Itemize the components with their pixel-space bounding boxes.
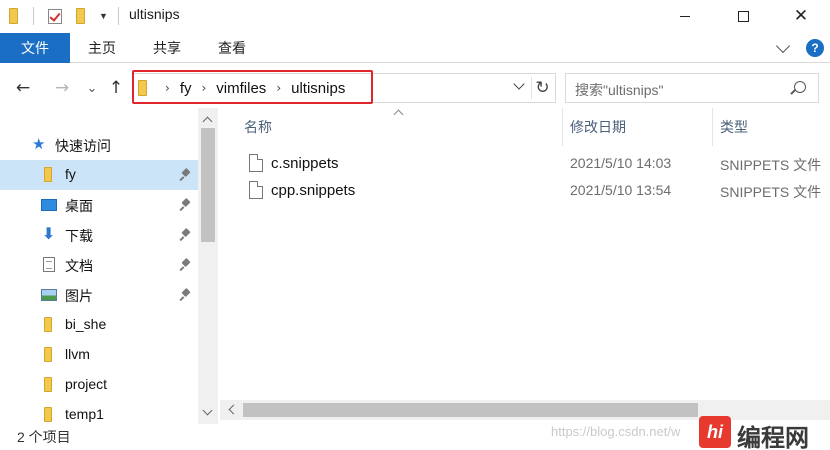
tab-view[interactable]: 查看	[204, 33, 260, 63]
address-highlight-box	[132, 70, 373, 104]
sidebar-item-desktop[interactable]: 桌面	[0, 190, 198, 220]
help-icon[interactable]: ?	[806, 39, 824, 57]
file-row[interactable]: c.snippets 2021/5/10 14:03 SNIPPETS 文件	[240, 151, 830, 177]
column-header-name[interactable]: 名称	[244, 117, 272, 137]
scroll-left-icon[interactable]	[228, 404, 239, 415]
sidebar-item-llvm[interactable]: llvm	[0, 340, 198, 370]
folder-icon	[44, 347, 52, 362]
search-input[interactable]: 搜索"ultisnips"	[575, 80, 664, 100]
refresh-icon: ↻	[535, 78, 550, 98]
folder-icon	[44, 407, 52, 422]
back-button[interactable]: ←	[12, 76, 34, 100]
scrollbar-thumb[interactable]	[201, 128, 215, 242]
document-icon	[43, 257, 55, 272]
up-button[interactable]: ↑	[106, 76, 126, 100]
sidebar-item-label: 文档	[65, 258, 93, 274]
maximize-button[interactable]	[714, 0, 772, 32]
navigation-pane: ★ 快速访问 fy 桌面 ⬇ 下载 文档 图片 bi_she llvm proj…	[0, 108, 218, 424]
search-box[interactable]: 搜索"ultisnips"	[565, 73, 819, 103]
ribbon: 文件 主页 共享 查看 ?	[0, 33, 830, 63]
file-icon	[249, 154, 263, 172]
scroll-down-icon[interactable]	[202, 405, 213, 416]
forward-button[interactable]: →	[51, 76, 73, 100]
file-modified: 2021/5/10 13:54	[570, 182, 672, 198]
recent-locations-button[interactable]: ⌄	[84, 76, 100, 100]
new-folder-icon[interactable]	[76, 6, 85, 26]
minimize-icon	[680, 15, 690, 17]
sidebar-item-bi-she[interactable]: bi_she	[0, 310, 198, 340]
column-divider[interactable]	[712, 108, 713, 146]
sidebar-item-label: 快速访问	[55, 138, 111, 154]
maximize-icon	[737, 10, 749, 22]
sidebar-item-pictures[interactable]: 图片	[0, 280, 198, 310]
sidebar-item-label: temp1	[65, 406, 104, 422]
status-item-count: 2 个项目	[17, 429, 71, 445]
title-bar: ▼ ultisnips ✕	[0, 0, 830, 32]
watermark-logo: hi 编程网	[699, 414, 828, 450]
pin-icon[interactable]	[180, 259, 192, 271]
sidebar-item-documents[interactable]: 文档	[0, 250, 198, 280]
sidebar-item-fy[interactable]: fy	[0, 160, 198, 190]
column-divider[interactable]	[562, 108, 563, 146]
sidebar-item-label: project	[65, 376, 108, 392]
sidebar-scrollbar[interactable]	[198, 108, 218, 424]
search-icon[interactable]	[794, 81, 806, 93]
sidebar-item-quick-access[interactable]: ★ 快速访问	[0, 130, 198, 160]
pin-icon[interactable]	[180, 199, 192, 211]
folder-icon	[44, 167, 52, 182]
pin-icon[interactable]	[180, 229, 192, 241]
pin-icon[interactable]	[180, 289, 192, 301]
refresh-button[interactable]: ↻	[531, 77, 553, 99]
pin-icon[interactable]	[180, 169, 192, 181]
sidebar-item-label: bi_she	[65, 316, 107, 332]
star-icon: ★	[32, 135, 46, 153]
separator	[118, 6, 119, 26]
sidebar-item-temp1[interactable]: temp1	[0, 400, 198, 424]
sidebar-item-downloads[interactable]: ⬇ 下载	[0, 220, 198, 250]
file-type: SNIPPETS 文件	[720, 184, 822, 200]
logo-text: 编程网	[737, 424, 809, 450]
tab-file[interactable]: 文件	[0, 33, 70, 63]
window-title: ultisnips	[129, 6, 180, 22]
file-icon	[249, 181, 263, 199]
column-header-type[interactable]: 类型	[720, 117, 748, 137]
file-modified: 2021/5/10 14:03	[570, 155, 672, 171]
minimize-button[interactable]	[656, 0, 714, 32]
pictures-icon	[41, 289, 57, 301]
download-icon: ⬇	[42, 224, 56, 243]
desktop-icon	[41, 199, 57, 211]
sidebar-item-label: llvm	[65, 346, 90, 362]
file-row[interactable]: cpp.snippets 2021/5/10 13:54 SNIPPETS 文件	[240, 178, 830, 204]
properties-icon[interactable]	[48, 6, 62, 26]
sidebar-item-label: 图片	[65, 288, 93, 304]
logo-badge: hi	[699, 416, 731, 448]
scroll-up-icon[interactable]	[202, 116, 213, 127]
close-button[interactable]: ✕	[772, 0, 830, 32]
sidebar-item-label: fy	[65, 166, 76, 182]
separator	[33, 6, 34, 26]
file-type: SNIPPETS 文件	[720, 157, 822, 173]
scrollbar-thumb[interactable]	[243, 403, 698, 417]
folder-icon	[44, 317, 52, 332]
tab-home[interactable]: 主页	[74, 33, 130, 63]
sidebar-item-project[interactable]: project	[0, 370, 198, 400]
folder-icon	[44, 377, 52, 392]
sidebar-item-label: 下载	[65, 228, 93, 244]
file-name: cpp.snippets	[271, 182, 356, 199]
sidebar-item-label: 桌面	[65, 198, 93, 214]
folder-icon	[9, 6, 18, 26]
expand-ribbon-icon[interactable]	[775, 38, 791, 54]
watermark-url: https://blog.csdn.net/w	[551, 424, 681, 439]
close-icon: ✕	[793, 5, 809, 26]
column-header-modified[interactable]: 修改日期	[570, 117, 626, 137]
tab-share[interactable]: 共享	[139, 33, 195, 63]
file-name: c.snippets	[271, 155, 339, 172]
customize-toolbar-icon[interactable]: ▼	[99, 6, 108, 26]
sort-ascending-icon	[393, 109, 404, 120]
